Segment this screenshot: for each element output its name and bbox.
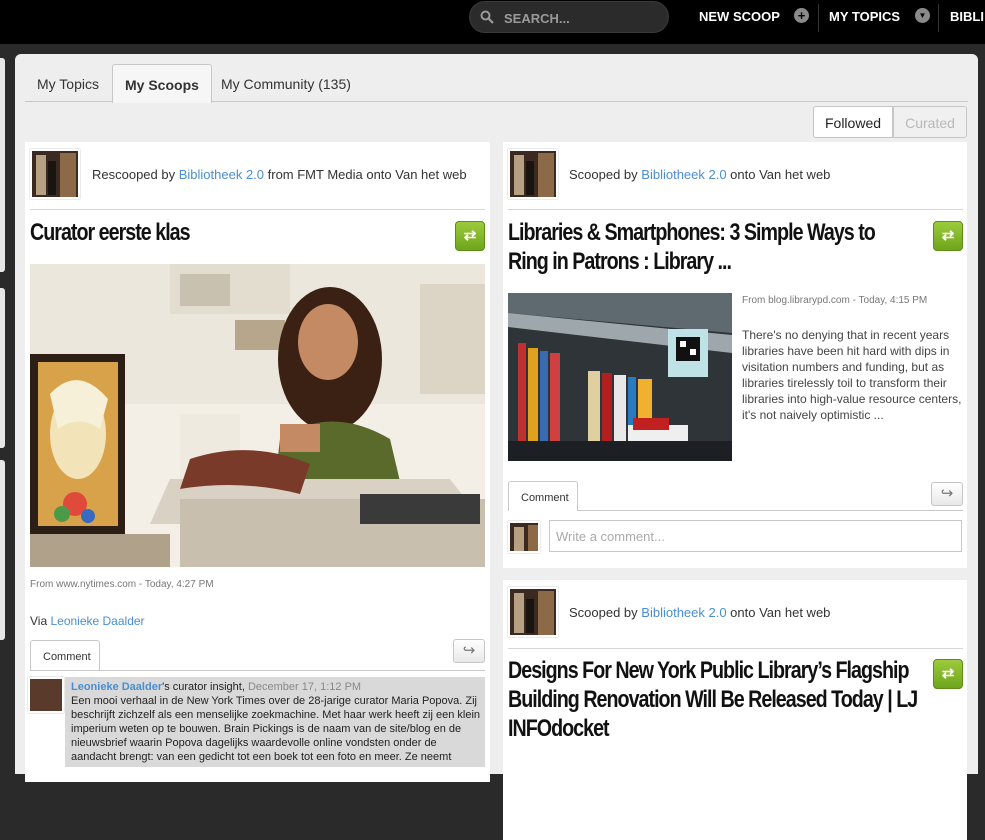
avatar [508, 149, 558, 199]
my-topics-menu[interactable]: MY TOPICS [829, 9, 900, 24]
search-box[interactable] [469, 1, 669, 33]
main-panel: My Topics My Scoops My Community (135) F… [15, 54, 978, 840]
curated-toggle[interactable]: Curated [893, 106, 967, 138]
curator-link[interactable]: Bibliotheek 2.0 [641, 605, 726, 620]
byline-prefix: Rescooped by [92, 167, 179, 182]
divider [30, 209, 485, 210]
share-icon[interactable]: ↪ [453, 639, 485, 663]
scoop-card: Rescooped by Bibliotheek 2.0 from FMT Me… [25, 142, 490, 782]
comment-bar [30, 670, 485, 671]
avatar [30, 149, 80, 199]
byline-prefix: Scooped by [569, 167, 642, 182]
share-icon[interactable]: ↪ [931, 482, 963, 506]
scoop-title[interactable]: Libraries & Smartphones: 3 Simple Ways t… [508, 218, 918, 276]
curator-link[interactable]: Bibliotheek 2.0 [179, 167, 264, 182]
source-info: From blog.librarypd.com - Today, 4:15 PM [742, 295, 928, 306]
plus-icon[interactable]: + [794, 8, 809, 23]
article-excerpt: There's no denying that in recent years … [742, 328, 962, 422]
via-prefix: Via [30, 614, 51, 628]
insight-date: December 17, 1:12 PM [247, 681, 362, 693]
nav-divider [938, 4, 939, 32]
source-info: From www.nytimes.com - Today, 4:27 PM [30, 579, 214, 590]
rescoop-icon[interactable]: ⇄ [455, 221, 485, 251]
scoop-byline: Scooped by Bibliotheek 2.0 onto Van het … [569, 167, 830, 182]
article-image[interactable] [508, 293, 732, 461]
scoop-byline: Rescooped by Bibliotheek 2.0 from FMT Me… [92, 167, 467, 182]
avatar [508, 587, 558, 637]
byline-suffix: from FMT Media onto Van het web [264, 167, 467, 182]
insight-text: Een mooi verhaal in de New York Times ov… [71, 695, 481, 763]
profile-menu[interactable]: BIBLI [950, 9, 984, 24]
insight-avatar [28, 677, 64, 713]
comment-tab[interactable]: Comment [30, 640, 100, 670]
insight-content: Leonieke Daalder's curator insight, Dece… [71, 680, 481, 764]
rescoop-icon[interactable]: ⇄ [933, 659, 963, 689]
insight-author-link[interactable]: Leonieke Daalder [71, 681, 162, 693]
top-navigation-bar: NEW SCOOP + MY TOPICS ▼ BIBLI [0, 0, 985, 44]
side-panel-edge [0, 288, 5, 448]
via-link[interactable]: Leonieke Daalder [50, 614, 144, 628]
nav-divider [818, 4, 819, 32]
tab-my-community[interactable]: My Community (135) [209, 64, 363, 102]
scoop-card: Scooped by Bibliotheek 2.0 onto Van het … [503, 580, 967, 840]
byline-suffix: onto Van het web [726, 167, 831, 182]
insight-label: 's curator insight, [162, 681, 248, 693]
search-icon [480, 10, 494, 24]
search-input[interactable] [504, 7, 654, 29]
tab-my-scoops[interactable]: My Scoops [112, 64, 212, 103]
byline-suffix: onto Van het web [726, 605, 831, 620]
side-panel-edge [0, 460, 5, 640]
side-panel-edge [0, 58, 5, 272]
new-scoop-link[interactable]: NEW SCOOP [699, 9, 780, 24]
chevron-down-icon[interactable]: ▼ [915, 8, 930, 23]
comment-input[interactable]: Write a comment... [549, 520, 962, 552]
scoop-title[interactable]: Curator eerste klas [30, 218, 440, 247]
followed-toggle[interactable]: Followed [813, 106, 893, 138]
rescoop-icon[interactable]: ⇄ [933, 221, 963, 251]
scoop-title[interactable]: Designs For New York Public Library’s Fl… [508, 656, 918, 743]
tab-bar: My Topics My Scoops My Community (135) [25, 64, 968, 103]
curator-link[interactable]: Bibliotheek 2.0 [641, 167, 726, 182]
scoop-card: Scooped by Bibliotheek 2.0 onto Van het … [503, 142, 967, 568]
divider [508, 648, 963, 649]
divider [508, 209, 963, 210]
via-line: Via Leonieke Daalder [30, 614, 145, 628]
commenter-avatar [508, 521, 540, 553]
comment-tab[interactable]: Comment [508, 481, 578, 511]
scoop-byline: Scooped by Bibliotheek 2.0 onto Van het … [569, 605, 830, 620]
article-image[interactable] [30, 264, 485, 567]
byline-prefix: Scooped by [569, 605, 642, 620]
tab-my-topics[interactable]: My Topics [25, 64, 111, 102]
